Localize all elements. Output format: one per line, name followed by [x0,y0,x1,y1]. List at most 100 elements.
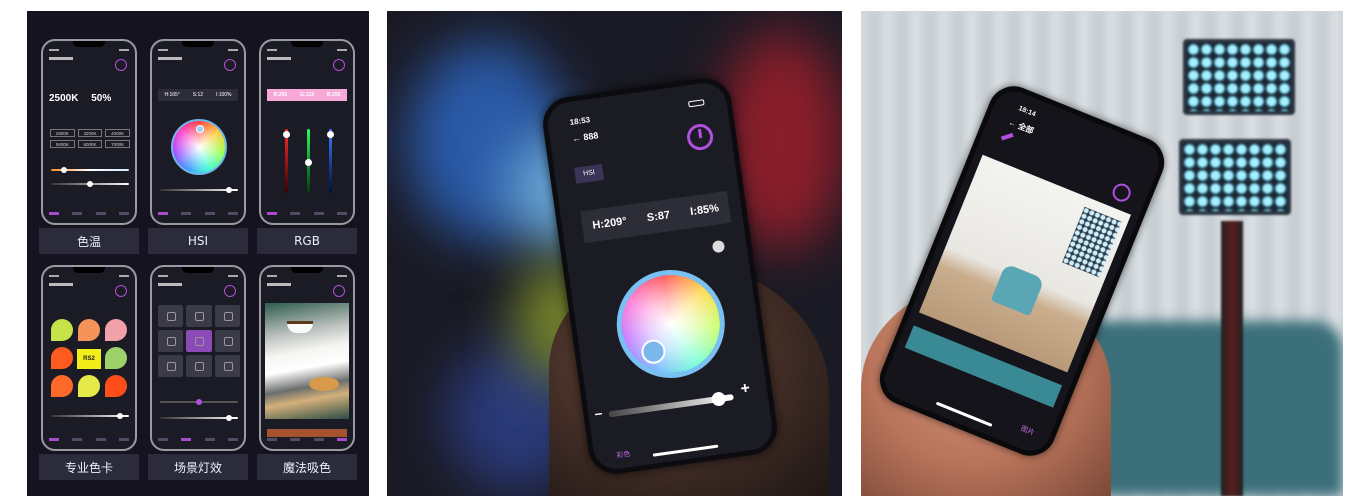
phone-frame [259,265,355,451]
light-stand [1221,221,1243,496]
screen-color-temp: 2500K 50% 2800K 3200K 4000K 5500K 6000K … [39,25,139,255]
selected-card: RS2 [77,349,101,369]
preset-6000k: 6000K [77,140,103,148]
hue-value: H:209° [591,215,628,232]
color-swatch [105,319,127,341]
preset-4000k: 4000K [105,129,130,137]
power-icon [333,59,345,71]
power-icon [224,285,236,297]
power-icon [685,122,715,152]
color-swatch [105,375,127,397]
green-slider [305,129,312,193]
power-icon [333,285,345,297]
hue-value: H:165° [164,92,180,98]
sampled-color-bar [267,429,347,437]
status-time: 18:14 [1017,105,1037,119]
scene-tile [158,330,184,352]
intensity-slider [51,413,129,419]
scene-tile [158,355,184,377]
intensity-value: I:100% [215,92,232,98]
mode-tab: HSI [574,164,605,184]
rgb-readout: R:255 G:123 B:255 [267,89,347,101]
power-icon [224,59,236,71]
red-value: R:255 [273,92,288,98]
scene-tile [186,355,212,377]
color-swatch [51,375,73,397]
cell-label: 魔法吸色 [257,454,357,480]
blue-value: B:255 [326,92,341,98]
screen-hsi: H:165° S:12 I:100% HSI [148,25,248,255]
phone-frame: 2500K 50% 2800K 3200K 4000K 5500K 6000K … [41,39,137,225]
back-arrow [267,283,291,286]
phone-frame: H:165° S:12 I:100% [150,39,246,225]
power-icon [115,285,127,297]
cell-label: 专业色卡 [39,454,139,480]
screen-color-picker: 魔法吸色 [257,251,357,481]
plus-label: + [739,379,752,398]
intensity-slider [160,187,238,193]
back-title: ← 888 [571,130,600,144]
scene-tile [158,305,184,327]
scene-tile [214,330,240,352]
nav-label: 彩色 [616,450,632,460]
color-wheel [171,119,227,175]
phone-frame [150,265,246,451]
cct-value: 2500K [49,93,79,104]
hand-phone-room-photo: 18:14 ← 全部 图片 [861,11,1343,496]
color-swatch [51,319,73,341]
power-icon [115,59,127,71]
intensity-slider [160,415,238,421]
chair [990,263,1045,317]
intensity-slider [608,391,734,418]
back-arrow [158,57,182,60]
back-arrow [49,283,73,286]
status-time: 18:53 [569,115,591,128]
screen-color-card: RS2 专业色卡 [39,251,139,481]
intensity-value: I:85% [689,202,720,219]
color-swatch [105,347,127,369]
battery-icon [687,99,705,108]
led-panels [1062,206,1122,278]
hand-phone-hsi-photo: 18:53 ← 888 HSI H:209° S:87 I:85% – + 彩色 [387,11,842,496]
power-icon [1109,180,1134,205]
preset-2800k: 2800K [50,129,75,137]
nav-label: 图片 [1019,425,1036,438]
preset-7000k: 7000K [105,140,130,148]
color-wheel [609,262,732,385]
color-swatch [51,347,73,369]
app-screens-grid-photo: 2500K 50% 2800K 3200K 4000K 5500K 6000K … [27,11,369,496]
screen-scene-effects: 场景灯效 [148,251,248,481]
white-point-dot [711,239,726,254]
home-indicator [652,444,719,457]
led-panel-bottom [1179,139,1291,215]
back-arrow [158,283,182,286]
phone-frame: R:255 G:123 B:255 [259,39,355,225]
scene-tile-selected [186,330,212,352]
back-arrow [267,57,291,60]
minus-label: – [593,404,604,422]
hsi-readout: H:165° S:12 I:100% [158,89,238,101]
scene-effects-grid [158,305,240,377]
croissant [309,377,339,391]
scene-tile [214,305,240,327]
home-indicator [935,401,993,427]
cell-label: 场景灯效 [148,454,248,480]
color-swatch [78,319,100,341]
brightness-value: 50% [91,93,112,104]
green-value: G:123 [300,92,314,98]
phone-frame: RS2 [41,265,137,451]
red-slider [283,129,290,193]
cct-presets: 2800K 3200K 4000K 5500K 6000K 7000K [50,129,130,148]
screen-rgb: R:255 G:123 B:255 RGB [257,25,357,255]
pen-icon [1000,132,1014,141]
scene-tile [214,355,240,377]
preset-5500k: 5500K [50,140,75,148]
blue-slider [327,129,334,193]
cct-slider [51,167,129,173]
sat-value: S:87 [646,209,671,225]
wheel-knob [639,338,668,366]
scene-tile [186,305,212,327]
color-swatch [78,375,100,397]
sample-photo [265,303,349,419]
preset-3200k: 3200K [77,129,103,137]
